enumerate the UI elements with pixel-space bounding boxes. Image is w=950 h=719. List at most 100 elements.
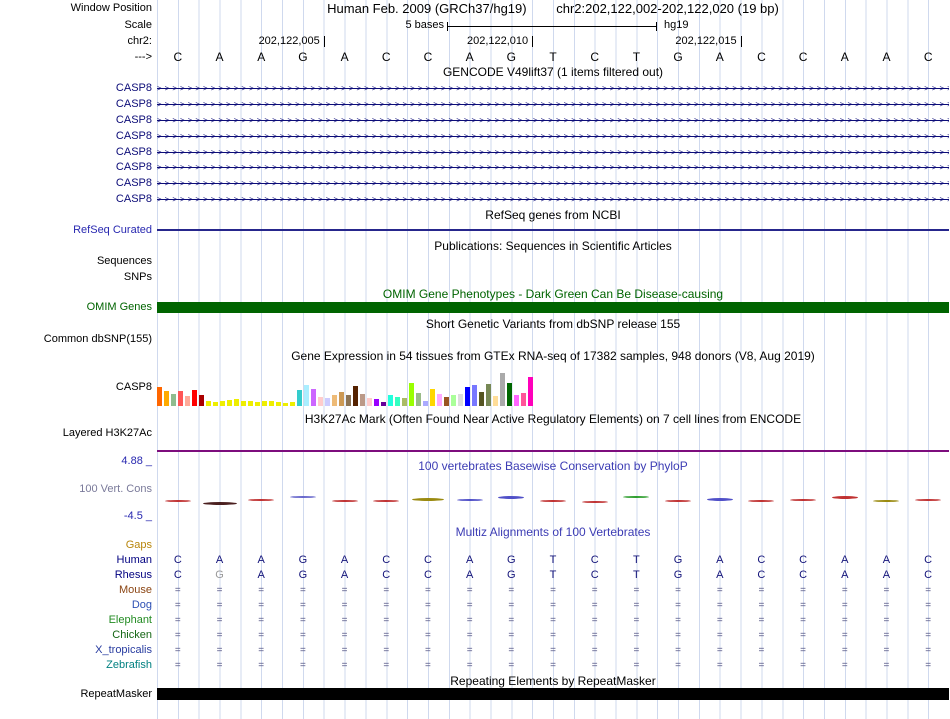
alignment-cell: = xyxy=(542,629,564,642)
window-position-header: Human Feb. 2009 (GRCh37/hg19) chr2:202,1… xyxy=(157,1,949,16)
gencode-transcript-row[interactable]: >>>>>>>>>>>>>>>>>>>>>>>>>>>>>>>>>>>>>>>>… xyxy=(157,162,949,173)
gtex-tissue-bar xyxy=(381,402,386,406)
alignment-cell: G xyxy=(209,569,231,582)
label-species-x_tropicalis[interactable]: X_tropicalis xyxy=(95,644,152,657)
gencode-transcript-row[interactable]: >>>>>>>>>>>>>>>>>>>>>>>>>>>>>>>>>>>>>>>>… xyxy=(157,178,949,189)
label-snps[interactable]: SNPs xyxy=(124,271,152,284)
label-gencode-transcript[interactable]: CASP8 xyxy=(116,177,152,190)
refseq-curated-track[interactable] xyxy=(157,229,949,231)
ruler-base: A xyxy=(875,50,897,64)
label-gencode-transcript[interactable]: CASP8 xyxy=(116,82,152,95)
phylop-mark xyxy=(290,496,316,498)
label-gencode-transcript[interactable]: CASP8 xyxy=(116,114,152,127)
refseq-track-header[interactable]: RefSeq genes from NCBI xyxy=(157,209,949,222)
gencode-track-header[interactable]: GENCODE V49lift37 (1 items filtered out) xyxy=(157,66,949,79)
label-strand-arrow: ---> xyxy=(135,51,152,64)
label-gencode-transcript[interactable]: CASP8 xyxy=(116,146,152,159)
alignment-cell: = xyxy=(625,584,647,597)
gtex-tissue-bar xyxy=(171,394,176,406)
gencode-transcript-row[interactable]: >>>>>>>>>>>>>>>>>>>>>>>>>>>>>>>>>>>>>>>>… xyxy=(157,131,949,142)
label-repeatmasker[interactable]: RepeatMasker xyxy=(80,688,152,701)
gtex-tissue-bar xyxy=(528,377,533,406)
repeatmasker-track-header[interactable]: Repeating Elements by RepeatMasker xyxy=(157,675,949,688)
alignment-cell: = xyxy=(375,629,397,642)
gencode-transcript-row[interactable]: >>>>>>>>>>>>>>>>>>>>>>>>>>>>>>>>>>>>>>>>… xyxy=(157,194,949,205)
gtex-tissue-bar xyxy=(248,401,253,406)
gencode-transcript-row[interactable]: >>>>>>>>>>>>>>>>>>>>>>>>>>>>>>>>>>>>>>>>… xyxy=(157,83,949,94)
label-common-dbsnp[interactable]: Common dbSNP(155) xyxy=(44,333,152,346)
alignment-cell: = xyxy=(292,659,314,672)
phylop-track[interactable] xyxy=(157,470,949,518)
dbsnp-track-header[interactable]: Short Genetic Variants from dbSNP releas… xyxy=(157,318,949,331)
label-h3k27ac[interactable]: Layered H3K27Ac xyxy=(63,427,152,440)
publications-track-header[interactable]: Publications: Sequences in Scientific Ar… xyxy=(157,240,949,253)
alignment-cell: = xyxy=(292,584,314,597)
gtex-tissue-bar xyxy=(206,401,211,406)
alignment-cell: = xyxy=(792,629,814,642)
label-phylop[interactable]: 100 Vert. Cons xyxy=(79,483,152,496)
gtex-expression-track[interactable] xyxy=(157,370,533,406)
label-gencode-transcript[interactable]: CASP8 xyxy=(116,161,152,174)
label-refseq-curated[interactable]: RefSeq Curated xyxy=(73,224,152,237)
alignment-cell: = xyxy=(459,659,481,672)
gtex-tissue-bar xyxy=(283,403,288,406)
gencode-transcript-row[interactable]: >>>>>>>>>>>>>>>>>>>>>>>>>>>>>>>>>>>>>>>>… xyxy=(157,147,949,158)
alignment-cell: = xyxy=(375,599,397,612)
gencode-transcript-row[interactable]: >>>>>>>>>>>>>>>>>>>>>>>>>>>>>>>>>>>>>>>>… xyxy=(157,115,949,126)
gtex-tissue-bar xyxy=(479,392,484,406)
phylop-mark xyxy=(665,500,691,502)
omim-track-header[interactable]: OMIM Gene Phenotypes - Dark Green Can Be… xyxy=(157,288,949,301)
gtex-tissue-bar xyxy=(227,400,232,406)
gtex-tissue-bar xyxy=(269,401,274,406)
ruler-base: A xyxy=(209,50,231,64)
ruler-base: C xyxy=(417,50,439,64)
label-gencode-transcript[interactable]: CASP8 xyxy=(116,193,152,206)
alignment-cell: = xyxy=(542,659,564,672)
alignment-cell: A xyxy=(209,554,231,567)
omim-genes-track[interactable] xyxy=(157,302,949,313)
alignment-cell: = xyxy=(584,659,606,672)
alignment-cell: C xyxy=(584,554,606,567)
label-species-dog[interactable]: Dog xyxy=(132,599,152,612)
alignment-cell: = xyxy=(542,584,564,597)
multiz-track-header[interactable]: Multiz Alignments of 100 Vertebrates xyxy=(157,526,949,539)
label-species-elephant[interactable]: Elephant xyxy=(109,614,152,627)
label-gaps[interactable]: Gaps xyxy=(126,539,152,552)
label-species-mouse[interactable]: Mouse xyxy=(119,584,152,597)
gencode-transcript-row[interactable]: >>>>>>>>>>>>>>>>>>>>>>>>>>>>>>>>>>>>>>>>… xyxy=(157,99,949,110)
ruler-base: G xyxy=(292,50,314,64)
label-species-rhesus[interactable]: Rhesus xyxy=(115,569,152,582)
label-gtex-gene[interactable]: CASP8 xyxy=(116,381,152,394)
alignment-cell: T xyxy=(542,569,564,582)
alignment-cell: = xyxy=(625,599,647,612)
alignment-cell: = xyxy=(667,659,689,672)
alignment-cell: = xyxy=(167,644,189,657)
alignment-cell: = xyxy=(875,584,897,597)
alignment-cell: = xyxy=(667,644,689,657)
label-gencode-transcript[interactable]: CASP8 xyxy=(116,130,152,143)
alignment-cell: C xyxy=(917,554,939,567)
alignment-cell: = xyxy=(459,584,481,597)
alignment-cell: = xyxy=(209,614,231,627)
label-species-zebrafish[interactable]: Zebrafish xyxy=(106,659,152,672)
h3k27ac-track-header[interactable]: H3K27Ac Mark (Often Found Near Active Re… xyxy=(157,413,949,426)
h3k27ac-track[interactable] xyxy=(157,450,949,452)
alignment-cell: C xyxy=(417,569,439,582)
gtex-track-header[interactable]: Gene Expression in 54 tissues from GTEx … xyxy=(157,350,949,363)
label-species-chicken[interactable]: Chicken xyxy=(112,629,152,642)
alignment-cell: = xyxy=(834,644,856,657)
label-gencode-transcript[interactable]: CASP8 xyxy=(116,98,152,111)
alignment-cell: = xyxy=(209,659,231,672)
alignment-cell: = xyxy=(625,629,647,642)
alignment-cell: C xyxy=(792,569,814,582)
alignment-cell: = xyxy=(667,629,689,642)
gtex-tissue-bar xyxy=(465,387,470,406)
alignment-cell: = xyxy=(875,644,897,657)
label-sequences[interactable]: Sequences xyxy=(97,255,152,268)
alignment-cell: = xyxy=(667,599,689,612)
phylop-mark xyxy=(248,499,274,501)
label-omim-genes[interactable]: OMIM Genes xyxy=(87,301,152,314)
alignment-cell: = xyxy=(250,584,272,597)
label-species-human[interactable]: Human xyxy=(117,554,152,567)
repeatmasker-track[interactable] xyxy=(157,688,949,700)
